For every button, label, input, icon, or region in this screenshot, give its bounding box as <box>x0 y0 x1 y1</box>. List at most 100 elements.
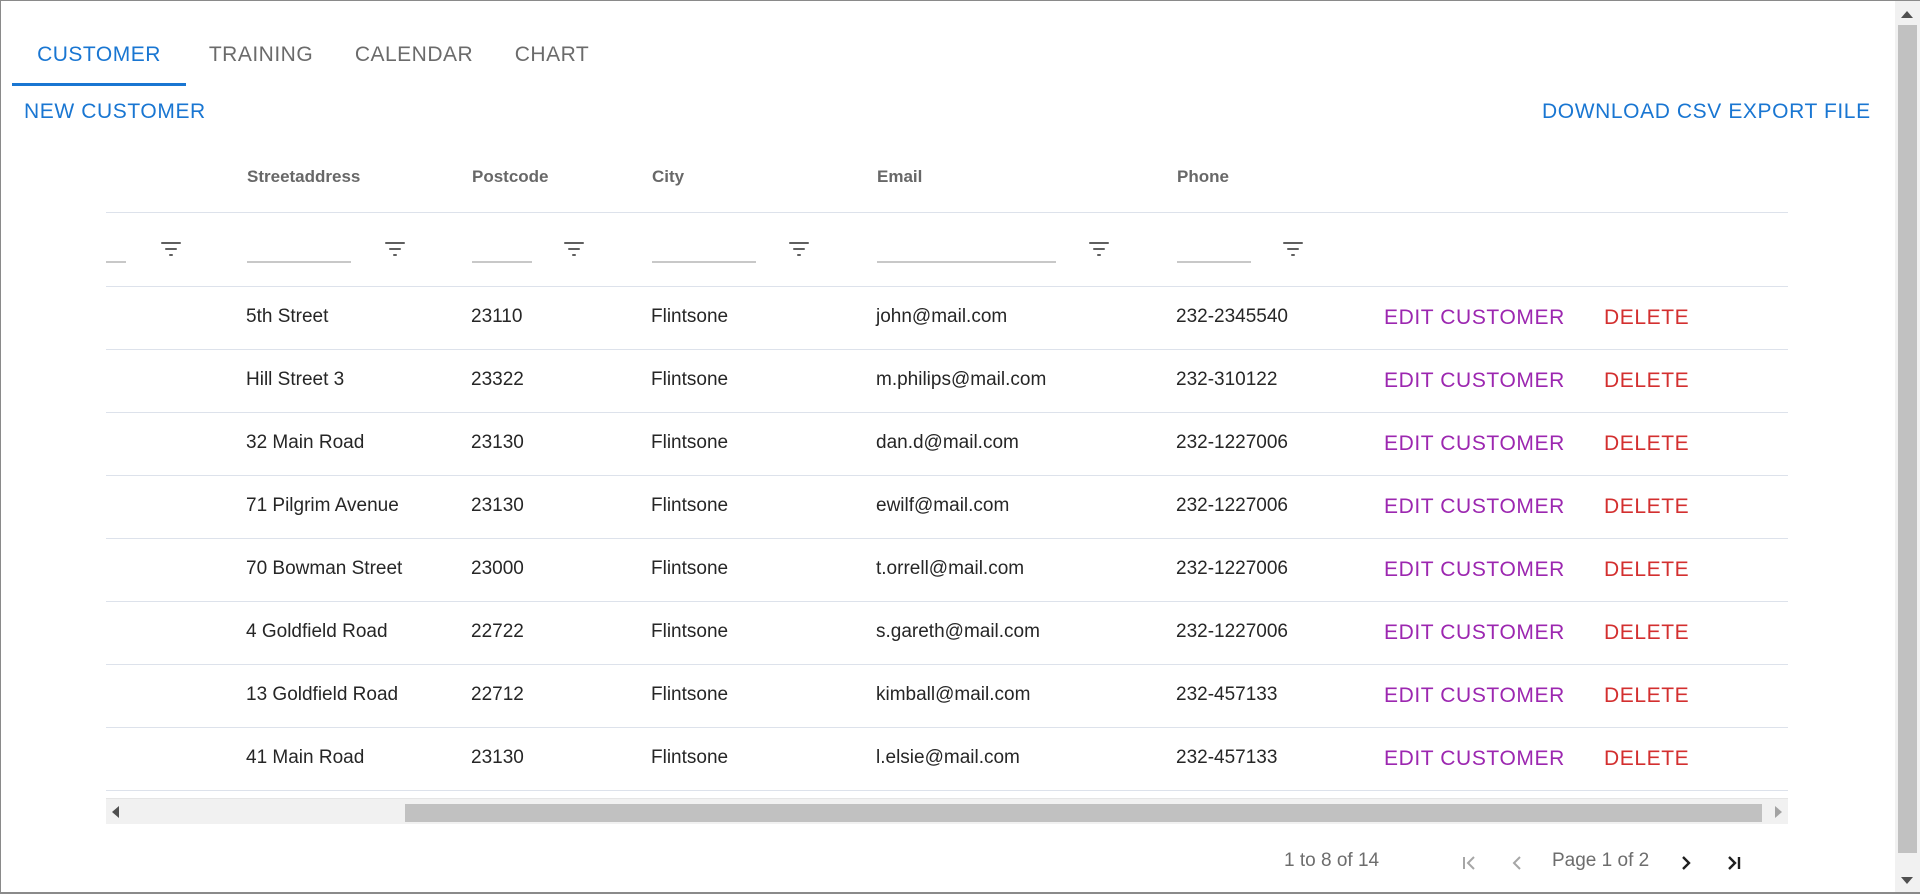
table-row: 13 Goldfield Road 22712 Flintsone kimbal… <box>106 665 1788 728</box>
cell-streetaddress: Hill Street 3 <box>246 369 345 390</box>
cell-email: l.elsie@mail.com <box>876 747 1020 768</box>
cell-phone: 232-1227006 <box>1176 558 1288 579</box>
delete-button[interactable]: DELETE <box>1604 495 1689 519</box>
column-header-streetaddress[interactable]: Streetaddress <box>247 167 360 187</box>
delete-button[interactable]: DELETE <box>1604 558 1689 582</box>
tab-customer[interactable]: CUSTOMER <box>12 26 186 86</box>
filter-icon[interactable] <box>564 242 584 256</box>
table-row: 5th Street 23110 Flintsone john@mail.com… <box>106 287 1788 350</box>
cell-email: ewilf@mail.com <box>876 495 1010 516</box>
cell-phone: 232-2345540 <box>1176 306 1288 327</box>
cell-phone: 232-1227006 <box>1176 621 1288 642</box>
last-page-icon[interactable] <box>1722 851 1746 875</box>
filter-icon[interactable] <box>385 242 405 256</box>
cell-postcode: 23110 <box>471 306 523 327</box>
delete-button[interactable]: DELETE <box>1604 747 1689 771</box>
filter-input-hidden-column[interactable] <box>106 233 126 263</box>
delete-button[interactable]: DELETE <box>1604 432 1689 456</box>
filter-icon[interactable] <box>789 242 809 256</box>
cell-phone: 232-457133 <box>1176 747 1278 768</box>
edit-customer-button[interactable]: EDIT CUSTOMER <box>1384 558 1565 582</box>
filter-icon[interactable] <box>1283 242 1303 256</box>
vertical-scrollbar[interactable] <box>1895 1 1920 892</box>
filter-input-streetaddress[interactable] <box>247 233 351 263</box>
cell-phone: 232-310122 <box>1176 369 1278 390</box>
table-row: 32 Main Road 23130 Flintsone dan.d@mail.… <box>106 413 1788 476</box>
cell-city: Flintsone <box>651 747 729 768</box>
cell-city: Flintsone <box>651 369 729 390</box>
cell-streetaddress: 32 Main Road <box>246 432 365 453</box>
cell-postcode: 23322 <box>471 369 524 390</box>
grid-filter-row <box>106 213 1788 287</box>
grid-header-row: Streetaddress Postcode City Email Phone <box>106 140 1788 213</box>
customer-grid: Streetaddress Postcode City Email Phone … <box>106 140 1788 826</box>
edit-customer-button[interactable]: EDIT CUSTOMER <box>1384 306 1565 330</box>
tab-chart[interactable]: CHART <box>492 26 612 84</box>
delete-button[interactable]: DELETE <box>1604 369 1689 393</box>
scroll-up-arrow-icon[interactable] <box>1901 11 1913 18</box>
table-row: 4 Goldfield Road 22722 Flintsone s.garet… <box>106 602 1788 665</box>
new-customer-button[interactable]: NEW CUSTOMER <box>24 100 206 124</box>
cell-email: dan.d@mail.com <box>876 432 1019 453</box>
scroll-down-arrow-icon[interactable] <box>1901 877 1913 884</box>
edit-customer-button[interactable]: EDIT CUSTOMER <box>1384 369 1565 393</box>
filter-input-city[interactable] <box>652 233 756 263</box>
horizontal-scrollbar[interactable] <box>106 798 1788 824</box>
previous-page-icon[interactable] <box>1505 851 1529 875</box>
pagination-summary: 1 to 8 of 14 <box>1284 850 1380 871</box>
window-top-border <box>0 0 1920 1</box>
table-row: Hill Street 3 23322 Flintsone m.philips@… <box>106 350 1788 413</box>
download-csv-button[interactable]: DOWNLOAD CSV EXPORT FILE <box>1542 100 1871 124</box>
cell-city: Flintsone <box>651 495 729 516</box>
edit-customer-button[interactable]: EDIT CUSTOMER <box>1384 621 1565 645</box>
column-header-city[interactable]: City <box>652 167 684 187</box>
cell-email: m.philips@mail.com <box>876 369 1047 390</box>
filter-icon[interactable] <box>1089 242 1109 256</box>
delete-button[interactable]: DELETE <box>1604 306 1689 330</box>
edit-customer-button[interactable]: EDIT CUSTOMER <box>1384 432 1565 456</box>
next-page-icon[interactable] <box>1674 851 1698 875</box>
cell-phone: 232-1227006 <box>1176 495 1288 516</box>
cell-postcode: 23000 <box>471 558 524 579</box>
cell-postcode: 23130 <box>471 432 524 453</box>
filter-input-phone[interactable] <box>1177 233 1251 263</box>
first-page-icon[interactable] <box>1457 851 1481 875</box>
tab-calendar[interactable]: CALENDAR <box>336 26 492 84</box>
delete-button[interactable]: DELETE <box>1604 684 1689 708</box>
cell-email: kimball@mail.com <box>876 684 1031 705</box>
table-row: 71 Pilgrim Avenue 23130 Flintsone ewilf@… <box>106 476 1788 539</box>
scroll-right-arrow-icon[interactable] <box>1775 806 1782 818</box>
table-row: 41 Main Road 23130 Flintsone l.elsie@mai… <box>106 728 1788 791</box>
cell-streetaddress: 70 Bowman Street <box>246 558 403 579</box>
edit-customer-button[interactable]: EDIT CUSTOMER <box>1384 495 1565 519</box>
table-row: 70 Bowman Street 23000 Flintsone t.orrel… <box>106 539 1788 602</box>
scroll-left-arrow-icon[interactable] <box>112 806 119 818</box>
filter-input-email[interactable] <box>877 233 1056 263</box>
cell-city: Flintsone <box>651 306 729 327</box>
delete-button[interactable]: DELETE <box>1604 621 1689 645</box>
cell-postcode: 23130 <box>471 747 524 768</box>
column-header-postcode[interactable]: Postcode <box>472 167 549 187</box>
cell-streetaddress: 71 Pilgrim Avenue <box>246 495 399 516</box>
filter-input-postcode[interactable] <box>472 233 532 263</box>
cell-streetaddress: 4 Goldfield Road <box>246 621 388 642</box>
cell-email: s.gareth@mail.com <box>876 621 1040 642</box>
tab-training[interactable]: TRAINING <box>186 26 336 84</box>
cell-email: john@mail.com <box>876 306 1008 327</box>
cell-postcode: 22712 <box>471 684 524 705</box>
filter-icon[interactable] <box>161 242 181 256</box>
column-header-phone[interactable]: Phone <box>1177 167 1229 187</box>
cell-city: Flintsone <box>651 432 729 453</box>
column-header-email[interactable]: Email <box>877 167 922 187</box>
vertical-scrollbar-thumb[interactable] <box>1898 25 1917 853</box>
cell-email: t.orrell@mail.com <box>876 558 1025 579</box>
tab-bar: CUSTOMER TRAINING CALENDAR CHART <box>12 26 612 86</box>
grid-body: 5th Street 23110 Flintsone john@mail.com… <box>106 287 1788 791</box>
cell-phone: 232-1227006 <box>1176 432 1288 453</box>
edit-customer-button[interactable]: EDIT CUSTOMER <box>1384 747 1565 771</box>
horizontal-scrollbar-thumb[interactable] <box>405 804 1762 822</box>
window-left-border <box>0 0 1 894</box>
cell-streetaddress: 13 Goldfield Road <box>246 684 399 705</box>
cell-postcode: 23130 <box>471 495 524 516</box>
edit-customer-button[interactable]: EDIT CUSTOMER <box>1384 684 1565 708</box>
